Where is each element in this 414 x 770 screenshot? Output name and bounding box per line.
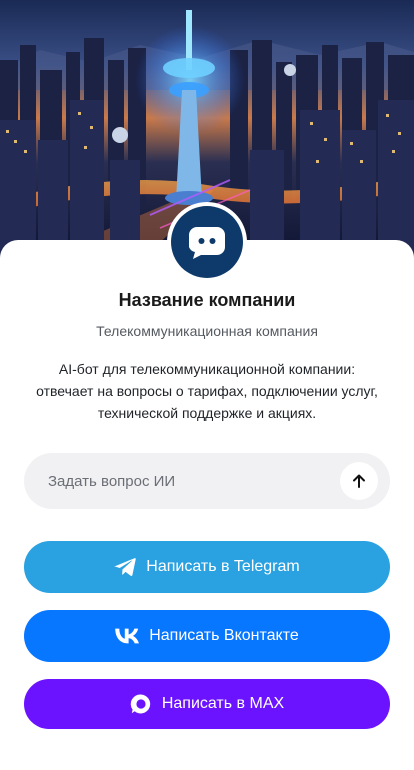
max-icon <box>130 693 152 715</box>
company-category: Телекоммуникационная компания <box>96 323 318 339</box>
page: Название компании Телекоммуникационная к… <box>0 0 414 770</box>
max-button-label: Написать в MAX <box>161 695 285 712</box>
ask-ai-input[interactable] <box>24 453 340 509</box>
avatar-circle <box>171 206 243 278</box>
send-button[interactable] <box>340 462 378 500</box>
chat-bot-icon <box>189 227 225 259</box>
vk-button[interactable]: Написать Вконтакте <box>24 610 390 662</box>
company-name: Название компании <box>118 290 296 310</box>
arrow-up-icon <box>353 474 365 488</box>
vk-icon <box>115 628 140 644</box>
telegram-button-label: Написать в Telegram <box>146 558 300 575</box>
telegram-icon <box>114 557 137 577</box>
company-avatar <box>167 202 247 282</box>
company-description: AI-бот для телекоммуникационной компании… <box>36 361 378 421</box>
ask-ai-box <box>24 453 390 509</box>
vk-button-label: Написать Вконтакте <box>149 627 299 644</box>
telegram-button[interactable]: Написать в Telegram <box>24 541 390 593</box>
max-button[interactable]: Написать в MAX <box>24 679 390 729</box>
